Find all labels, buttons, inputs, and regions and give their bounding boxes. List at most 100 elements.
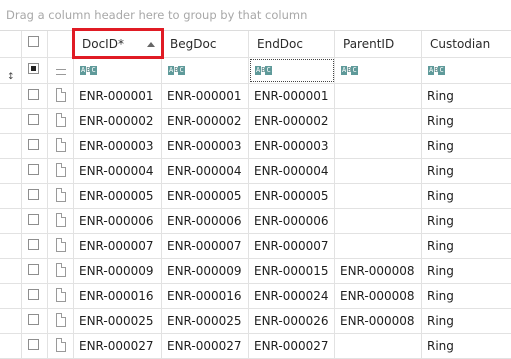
row-checkbox[interactable] — [28, 164, 39, 175]
table-row[interactable]: ENR-000003 ENR-000003 ENR-000003 Ring — [0, 134, 511, 159]
cell-custodian[interactable]: Ring — [422, 334, 511, 358]
row-checkbox[interactable] — [28, 214, 39, 225]
table-row[interactable]: ENR-000027 ENR-000027 ENR-000027 Ring — [0, 334, 511, 359]
cell-custodian[interactable]: Ring — [422, 109, 511, 133]
cell-docid[interactable]: ENR-000005 — [74, 184, 162, 208]
table-row[interactable]: ENR-000002 ENR-000002 ENR-000002 Ring — [0, 109, 511, 134]
cell-custodian[interactable]: Ring — [422, 84, 511, 108]
row-select-cell[interactable] — [22, 259, 48, 283]
cell-docid[interactable]: ENR-000016 — [74, 284, 162, 308]
cell-begdoc[interactable]: ENR-000005 — [162, 184, 249, 208]
column-header-enddoc[interactable]: EndDoc — [249, 31, 335, 57]
cell-begdoc[interactable]: ENR-000002 — [162, 109, 249, 133]
filter-begdoc[interactable]: ABC — [162, 58, 249, 83]
cell-custodian[interactable]: Ring — [422, 284, 511, 308]
table-row[interactable]: ENR-000004 ENR-000004 ENR-000004 Ring — [0, 159, 511, 184]
cell-enddoc[interactable]: ENR-000024 — [249, 284, 335, 308]
cell-begdoc[interactable]: ENR-000001 — [162, 84, 249, 108]
row-checkbox[interactable] — [28, 314, 39, 325]
cell-begdoc[interactable]: ENR-000006 — [162, 209, 249, 233]
filter-custodian[interactable]: ABC — [422, 58, 511, 83]
cell-custodian[interactable]: Ring — [422, 209, 511, 233]
row-select-cell[interactable] — [22, 284, 48, 308]
table-row[interactable]: ENR-000001 ENR-000001 ENR-000001 Ring — [0, 84, 511, 109]
cell-begdoc[interactable]: ENR-000004 — [162, 159, 249, 183]
column-header-begdoc[interactable]: BegDoc — [162, 31, 249, 57]
row-select-cell[interactable] — [22, 209, 48, 233]
cell-docid[interactable]: ENR-000009 — [74, 259, 162, 283]
row-select-cell[interactable] — [22, 134, 48, 158]
cell-parentid[interactable]: ENR-000008 — [335, 284, 422, 308]
cell-enddoc[interactable]: ENR-000026 — [249, 309, 335, 333]
row-checkbox[interactable] — [28, 189, 39, 200]
filter-checkbox[interactable] — [28, 63, 39, 74]
cell-parentid[interactable] — [335, 109, 422, 133]
cell-parentid[interactable]: ENR-000008 — [335, 259, 422, 283]
cell-docid[interactable]: ENR-000002 — [74, 109, 162, 133]
cell-enddoc[interactable]: ENR-000006 — [249, 209, 335, 233]
table-row[interactable]: ENR-000005 ENR-000005 ENR-000005 Ring — [0, 184, 511, 209]
select-all-checkbox[interactable] — [28, 36, 39, 47]
cell-parentid[interactable] — [335, 234, 422, 258]
row-select-cell[interactable] — [22, 234, 48, 258]
cell-parentid[interactable] — [335, 334, 422, 358]
cell-docid[interactable]: ENR-000006 — [74, 209, 162, 233]
group-by-panel[interactable]: Drag a column header here to group by th… — [0, 0, 511, 31]
table-row[interactable]: ENR-000006 ENR-000006 ENR-000006 Ring — [0, 209, 511, 234]
cell-enddoc[interactable]: ENR-000027 — [249, 334, 335, 358]
filter-docid[interactable]: ABC — [74, 58, 162, 83]
cell-parentid[interactable] — [335, 159, 422, 183]
cell-parentid[interactable]: ENR-000008 — [335, 309, 422, 333]
row-checkbox[interactable] — [28, 239, 39, 250]
cell-custodian[interactable]: Ring — [422, 234, 511, 258]
cell-docid[interactable]: ENR-000003 — [74, 134, 162, 158]
column-header-docid[interactable]: DocID* — [74, 31, 162, 57]
cell-begdoc[interactable]: ENR-000027 — [162, 334, 249, 358]
cell-enddoc[interactable]: ENR-000007 — [249, 234, 335, 258]
cell-enddoc[interactable]: ENR-000005 — [249, 184, 335, 208]
cell-enddoc[interactable]: ENR-000015 — [249, 259, 335, 283]
row-select-cell[interactable] — [22, 159, 48, 183]
cell-parentid[interactable] — [335, 209, 422, 233]
row-select-cell[interactable] — [22, 109, 48, 133]
cell-begdoc[interactable]: ENR-000003 — [162, 134, 249, 158]
row-checkbox[interactable] — [28, 264, 39, 275]
row-checkbox[interactable] — [28, 89, 39, 100]
row-select-cell[interactable] — [22, 84, 48, 108]
column-header-parentid[interactable]: ParentID — [335, 31, 422, 57]
cell-enddoc[interactable]: ENR-000004 — [249, 159, 335, 183]
row-checkbox[interactable] — [28, 339, 39, 350]
column-header-custodian[interactable]: Custodian — [422, 31, 511, 57]
row-checkbox[interactable] — [28, 114, 39, 125]
table-row[interactable]: ENR-000025 ENR-000025 ENR-000026 ENR-000008… — [0, 309, 511, 334]
cell-enddoc[interactable]: ENR-000001 — [249, 84, 335, 108]
cell-enddoc[interactable]: ENR-000002 — [249, 109, 335, 133]
cell-parentid[interactable] — [335, 134, 422, 158]
select-all-header[interactable] — [22, 31, 48, 57]
cell-docid[interactable]: ENR-000027 — [74, 334, 162, 358]
filter-enddoc[interactable]: ABC — [249, 58, 335, 83]
cell-parentid[interactable] — [335, 84, 422, 108]
cell-custodian[interactable]: Ring — [422, 309, 511, 333]
cell-enddoc[interactable]: ENR-000003 — [249, 134, 335, 158]
table-row[interactable]: ENR-000009 ENR-000009 ENR-000015 ENR-000008… — [0, 259, 511, 284]
cell-docid[interactable]: ENR-000007 — [74, 234, 162, 258]
row-checkbox[interactable] — [28, 289, 39, 300]
cell-begdoc[interactable]: ENR-000009 — [162, 259, 249, 283]
cell-docid[interactable]: ENR-000025 — [74, 309, 162, 333]
cell-begdoc[interactable]: ENR-000025 — [162, 309, 249, 333]
cell-custodian[interactable]: Ring — [422, 134, 511, 158]
cell-begdoc[interactable]: ENR-000016 — [162, 284, 249, 308]
cell-custodian[interactable]: Ring — [422, 259, 511, 283]
filter-parentid[interactable]: ABC — [335, 58, 422, 83]
cell-docid[interactable]: ENR-000001 — [74, 84, 162, 108]
table-row[interactable]: ENR-000007 ENR-000007 ENR-000007 Ring — [0, 234, 511, 259]
cell-begdoc[interactable]: ENR-000007 — [162, 234, 249, 258]
cell-custodian[interactable]: Ring — [422, 184, 511, 208]
row-select-cell[interactable] — [22, 334, 48, 358]
table-row[interactable]: ENR-000016 ENR-000016 ENR-000024 ENR-000008… — [0, 284, 511, 309]
row-checkbox[interactable] — [28, 139, 39, 150]
row-select-cell[interactable] — [22, 309, 48, 333]
cell-docid[interactable]: ENR-000004 — [74, 159, 162, 183]
filter-select-cell[interactable] — [22, 58, 48, 83]
